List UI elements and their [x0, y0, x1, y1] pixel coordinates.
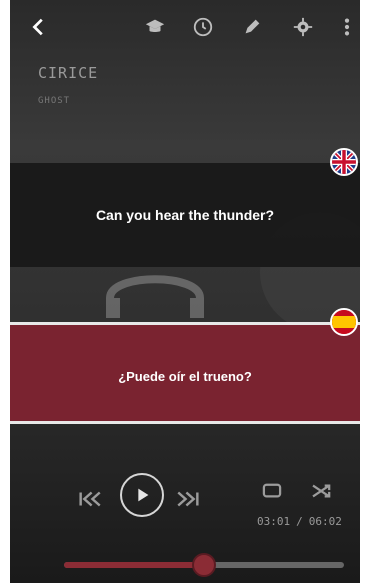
track-title: CIRICE [38, 64, 99, 82]
player-screen: CIRICE GHOST Can you hear the thunder? ¿… [0, 0, 366, 583]
total-time: 06:02 [308, 515, 342, 528]
clock-icon [193, 17, 213, 37]
learn-button[interactable] [140, 12, 170, 42]
original-lyric-text: Can you hear the thunder? [95, 207, 275, 223]
original-lyric-panel[interactable]: Can you hear the thunder? [10, 163, 360, 267]
progress-fill [64, 562, 204, 568]
shuffle-icon [312, 484, 331, 498]
settings-button[interactable] [288, 12, 318, 42]
player-controls: 03:01 / 06:02 [10, 455, 360, 577]
time-separator: / [296, 515, 303, 528]
pencil-icon [245, 19, 260, 34]
skip-next-icon [177, 491, 199, 507]
headphones-icon [106, 275, 204, 318]
repeat-button[interactable] [260, 481, 284, 501]
spain-flag-icon[interactable] [330, 308, 358, 336]
edit-button[interactable] [237, 12, 267, 42]
progress-thumb[interactable] [192, 553, 216, 577]
shuffle-button[interactable] [310, 481, 334, 501]
gear-icon [293, 17, 313, 37]
more-vertical-icon [344, 18, 350, 36]
repeat-icon [262, 483, 282, 498]
back-button[interactable] [24, 12, 54, 42]
play-button[interactable] [120, 473, 164, 517]
uk-flag-icon[interactable] [330, 148, 358, 176]
top-toolbar [10, 0, 360, 58]
skip-previous-icon [79, 491, 101, 507]
track-album: GHOST [38, 96, 71, 106]
more-button[interactable] [332, 12, 360, 42]
back-icon [32, 18, 43, 36]
progress-bar[interactable] [64, 553, 344, 577]
history-button[interactable] [188, 12, 218, 42]
translation-lyric-text: ¿Puede oír el trueno? [118, 369, 252, 384]
translation-lyric-panel[interactable]: ¿Puede oír el trueno? [10, 325, 360, 421]
time-readout: 03:01 / 06:02 [254, 515, 345, 528]
previous-button[interactable] [74, 483, 106, 515]
play-icon [138, 488, 149, 502]
current-time: 03:01 [257, 515, 291, 528]
next-button[interactable] [172, 483, 204, 515]
graduation-cap-icon [145, 19, 165, 33]
lyric-divider-bottom [10, 421, 360, 424]
